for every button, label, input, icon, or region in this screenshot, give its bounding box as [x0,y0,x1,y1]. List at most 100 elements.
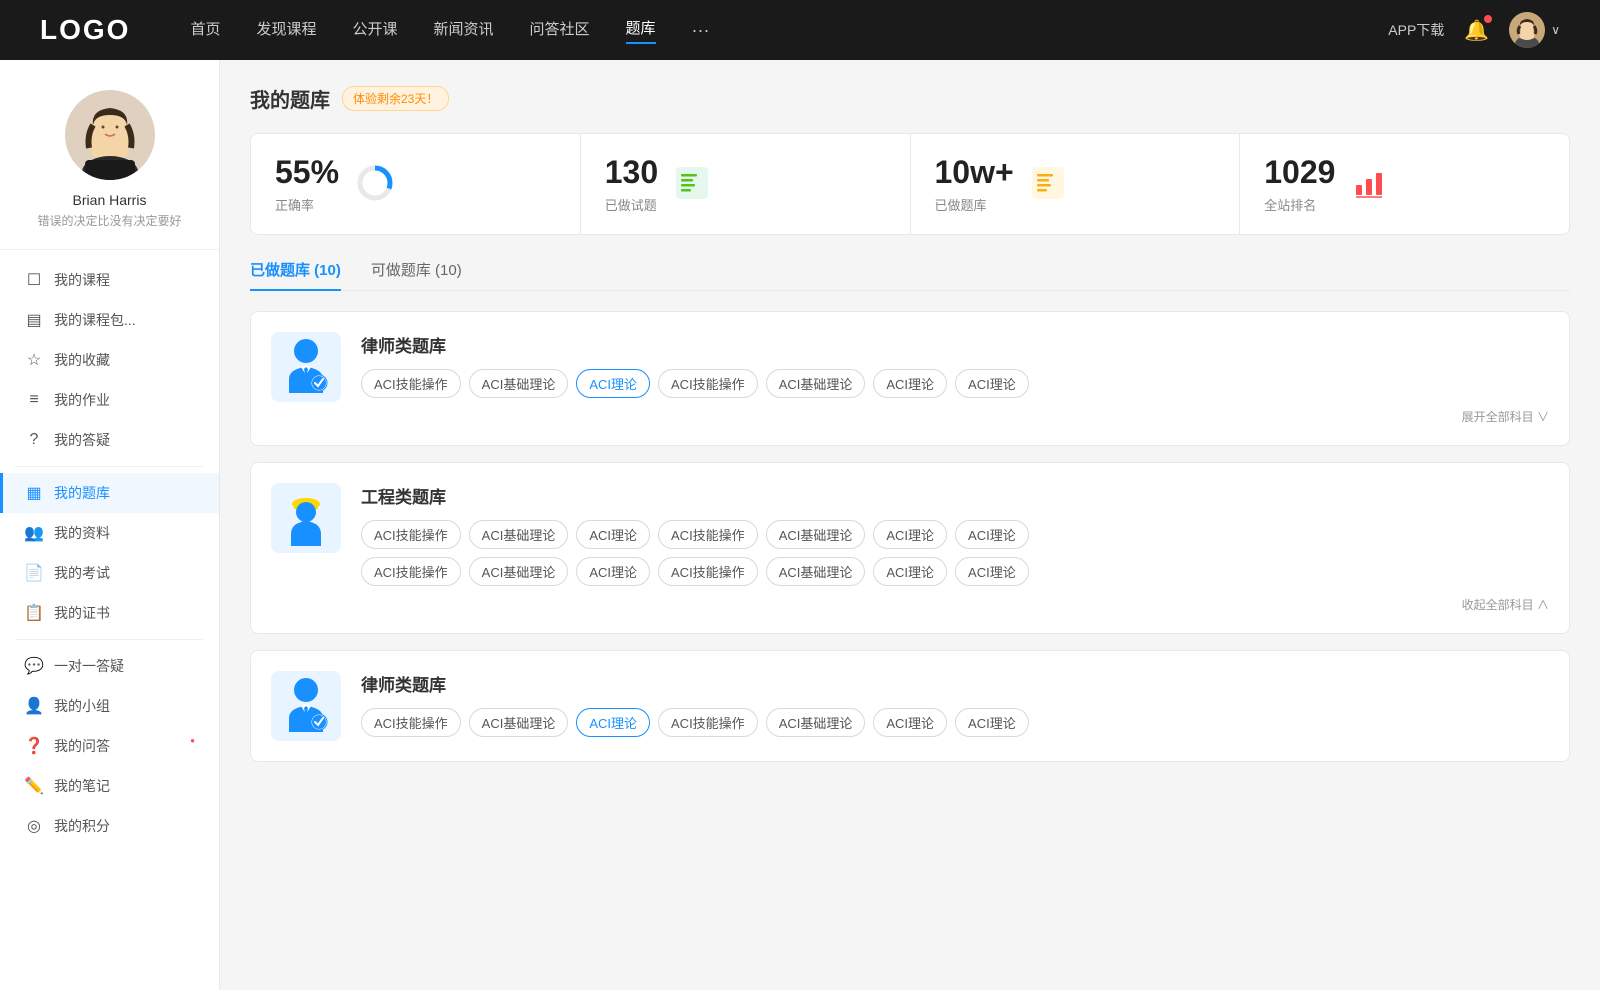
tag-3-3[interactable]: ACI技能操作 [658,708,758,737]
sidebar-label-homework: 我的作业 [54,390,110,410]
avatar-chevron-icon: ∨ [1551,23,1560,37]
tag-3-1[interactable]: ACI基础理论 [469,708,569,737]
nav-news[interactable]: 新闻资讯 [434,18,494,43]
tag-3-4[interactable]: ACI基础理论 [766,708,866,737]
notification-bell[interactable]: 🔔 [1464,18,1489,43]
stat-accuracy-text: 55% 正确率 [275,154,339,214]
list-green-icon [674,165,710,204]
sidebar-label-group: 我的小组 [54,696,110,716]
tag-3-2[interactable]: ACI理论 [576,708,650,737]
tag-1-2[interactable]: ACI理论 [576,369,650,398]
tag-2-2[interactable]: ACI理论 [576,520,650,549]
sidebar-item-question-bank[interactable]: ▦ 我的题库 [0,473,219,513]
sidebar-item-homework[interactable]: ≡ 我的作业 [0,380,219,420]
qa-badge: ● [190,736,195,745]
profile-avatar [65,90,155,180]
stat-rank: 1029 全站排名 [1240,134,1569,234]
tag-2r-2[interactable]: ACI理论 [576,557,650,586]
courses-icon: ☐ [24,270,44,290]
tag-1-1[interactable]: ACI基础理论 [469,369,569,398]
nav-more[interactable]: ··· [692,20,710,41]
user-avatar-wrapper[interactable]: ∨ [1509,12,1560,48]
sidebar-item-group[interactable]: 👤 我的小组 [0,686,219,726]
nav-discover[interactable]: 发现课程 [256,18,316,43]
bank-card-2-tags-row2: ACI技能操作 ACI基础理论 ACI理论 ACI技能操作 ACI基础理论 AC… [361,557,1549,586]
sidebar-label-tutor: 一对一答疑 [54,656,124,676]
bank-card-2-tags-row1: ACI技能操作 ACI基础理论 ACI理论 ACI技能操作 ACI基础理论 AC… [361,520,1549,549]
stat-banks-done: 10w+ 已做题库 [911,134,1240,234]
tag-2r-1[interactable]: ACI基础理论 [469,557,569,586]
tag-1-5[interactable]: ACI理论 [873,369,947,398]
packages-icon: ▤ [24,310,44,330]
sidebar-item-my-qa[interactable]: ❓ 我的问答 ● [0,726,219,766]
materials-icon: 👥 [24,523,44,543]
stat-rank-label: 全站排名 [1264,195,1335,214]
stat-questions-done: 130 已做试题 [581,134,910,234]
donut-chart-svg [355,163,395,203]
tag-2r-3[interactable]: ACI技能操作 [658,557,758,586]
avatar-svg [1509,12,1545,48]
tab-available-banks[interactable]: 可做题库 (10) [371,259,462,290]
bank-card-2-info: 工程类题库 ACI技能操作 ACI基础理论 ACI理论 ACI技能操作 ACI基… [361,483,1549,613]
stat-accuracy-value: 55% [275,154,339,191]
stat-accuracy: 55% 正确率 [251,134,580,234]
sidebar-item-materials[interactable]: 👥 我的资料 [0,513,219,553]
sidebar-item-notes[interactable]: ✏️ 我的笔记 [0,766,219,806]
sidebar-item-favorites[interactable]: ☆ 我的收藏 [0,340,219,380]
tag-2-3[interactable]: ACI技能操作 [658,520,758,549]
logo: LOGO [40,14,130,46]
favorites-icon: ☆ [24,350,44,370]
stat-banks-label: 已做题库 [935,195,1014,214]
points-icon: ◎ [24,816,44,836]
sidebar-item-tutor[interactable]: 💬 一对一答疑 [0,646,219,686]
sidebar-label-questions: 我的答疑 [54,430,110,450]
sidebar-item-points[interactable]: ◎ 我的积分 [0,806,219,846]
page-wrapper: Brian Harris 错误的决定比没有决定要好 ☐ 我的课程 ▤ 我的课程包… [0,60,1600,990]
bank-card-3-tags: ACI技能操作 ACI基础理论 ACI理论 ACI技能操作 ACI基础理论 AC… [361,708,1549,737]
sidebar-item-course-packages[interactable]: ▤ 我的课程包... [0,300,219,340]
sidebar-menu: ☐ 我的课程 ▤ 我的课程包... ☆ 我的收藏 ≡ 我的作业 ? 我的答疑 ▦ [0,250,219,856]
tag-3-0[interactable]: ACI技能操作 [361,708,461,737]
sidebar-divider-2 [16,639,203,640]
tag-3-5[interactable]: ACI理论 [873,708,947,737]
bank-card-1-expand[interactable]: 展开全部科目 ∨ [361,408,1549,425]
tag-2r-4[interactable]: ACI基础理论 [766,557,866,586]
tag-1-3[interactable]: ACI技能操作 [658,369,758,398]
sidebar-item-exams[interactable]: 📄 我的考试 [0,553,219,593]
tab-done-banks[interactable]: 已做题库 (10) [250,259,341,290]
sidebar-item-certificates[interactable]: 📋 我的证书 [0,593,219,633]
bank-card-2-expand[interactable]: 收起全部科目 ∧ [361,596,1549,613]
tag-1-6[interactable]: ACI理论 [955,369,1029,398]
certificates-icon: 📋 [24,603,44,623]
tag-1-4[interactable]: ACI基础理论 [766,369,866,398]
notification-badge [1484,15,1492,23]
sidebar-item-my-courses[interactable]: ☐ 我的课程 [0,260,219,300]
nav-qa[interactable]: 问答社区 [530,18,590,43]
tag-2-6[interactable]: ACI理论 [955,520,1029,549]
sidebar-label-course-packages: 我的课程包... [54,310,136,330]
bank-card-1-info: 律师类题库 ACI技能操作 ACI基础理论 ACI理论 ACI技能操作 ACI基… [361,332,1549,425]
nav-questionbank[interactable]: 题库 [626,17,656,44]
tag-2r-6[interactable]: ACI理论 [955,557,1029,586]
tutor-icon: 💬 [24,656,44,676]
nav-home[interactable]: 首页 [190,18,220,43]
tag-2r-5[interactable]: ACI理论 [873,557,947,586]
tag-2-1[interactable]: ACI基础理论 [469,520,569,549]
tag-2-5[interactable]: ACI理论 [873,520,947,549]
app-download-link[interactable]: APP下载 [1388,20,1444,40]
bank-card-2: 工程类题库 ACI技能操作 ACI基础理论 ACI理论 ACI技能操作 ACI基… [250,462,1570,634]
tag-2-0[interactable]: ACI技能操作 [361,520,461,549]
nav-opencourse[interactable]: 公开课 [352,18,397,43]
tag-3-6[interactable]: ACI理论 [955,708,1029,737]
qa-icon: ❓ [24,736,44,756]
tag-2r-0[interactable]: ACI技能操作 [361,557,461,586]
sidebar-label-exams: 我的考试 [54,563,110,583]
tag-2-4[interactable]: ACI基础理论 [766,520,866,549]
bank-card-3-name: 律师类题库 [361,671,1549,696]
sidebar-divider-1 [16,466,203,467]
sidebar-item-questions[interactable]: ? 我的答疑 [0,420,219,460]
questions-icon: ? [24,431,44,449]
bank-card-1-name: 律师类题库 [361,332,1549,357]
navbar-right: APP下载 🔔 ∨ [1388,12,1560,48]
tag-1-0[interactable]: ACI技能操作 [361,369,461,398]
